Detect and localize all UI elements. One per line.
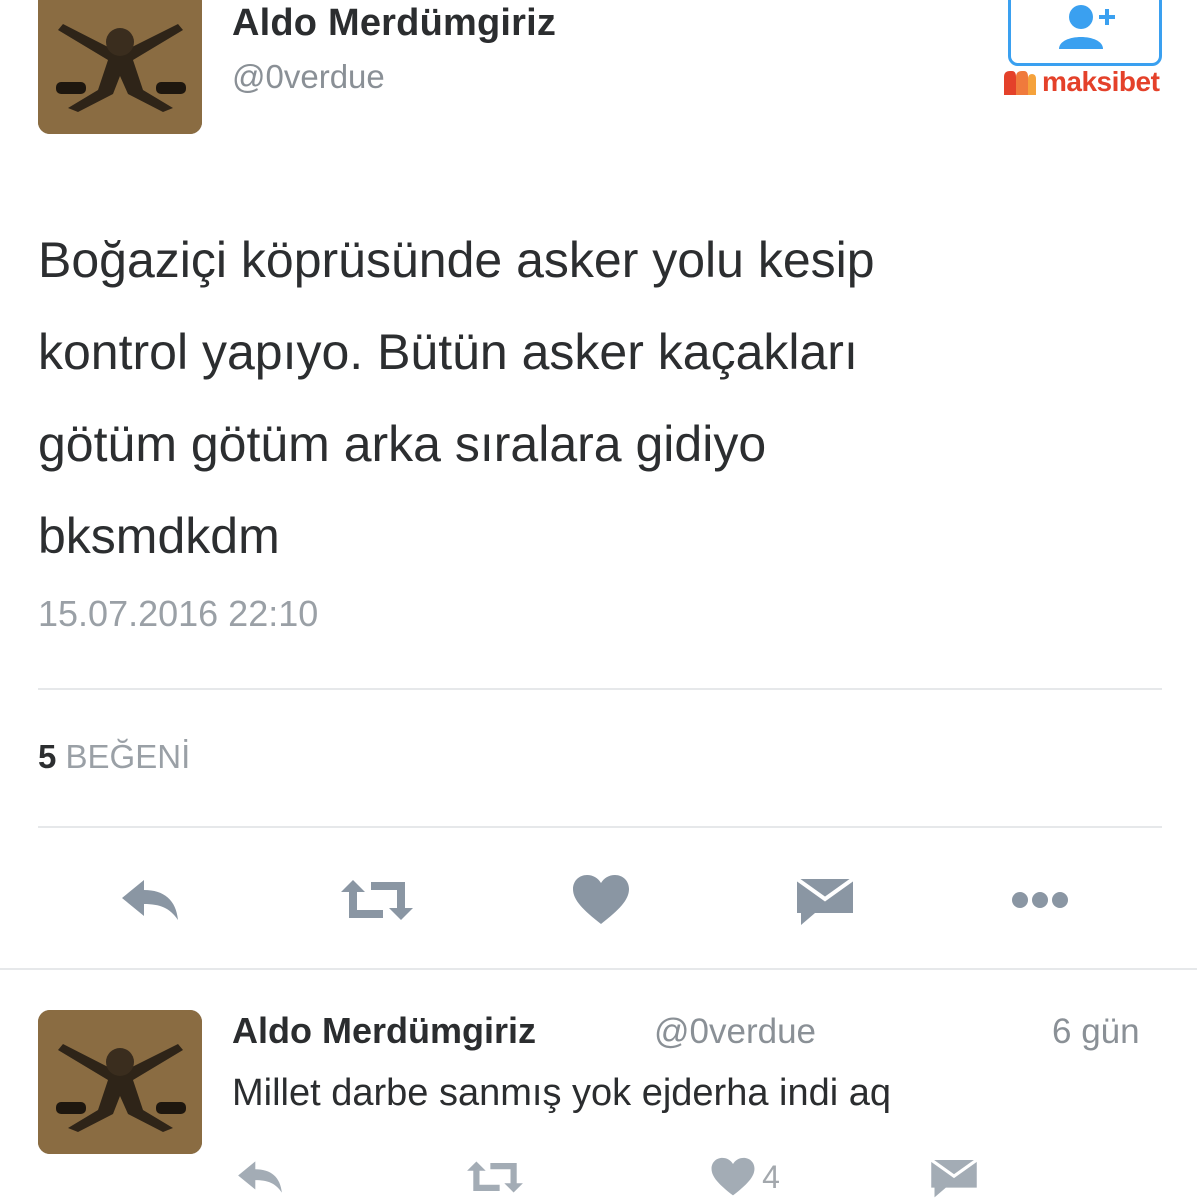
message-button[interactable] <box>788 870 862 930</box>
reply-like-count: 4 <box>762 1158 780 1195</box>
avatar-figure-image <box>38 0 202 134</box>
divider <box>38 826 1162 828</box>
like-icon <box>573 875 629 924</box>
reply-avatar[interactable] <box>38 1010 202 1154</box>
tweet-text-line: götüm götüm arka sıralara gidiyo <box>38 416 767 472</box>
reply-message-button[interactable] <box>924 1154 984 1200</box>
tweet-timestamp: 15.07.2016 22:10 <box>38 593 319 634</box>
retweet-button[interactable] <box>334 870 420 930</box>
reply-like-button[interactable]: 4 <box>700 1154 790 1200</box>
author-avatar[interactable] <box>38 0 202 134</box>
retweet-icon <box>341 880 413 920</box>
tweet-text-line: bksmdkdm <box>38 508 280 564</box>
reply-author-handle[interactable]: @0verdue <box>654 1012 816 1052</box>
reply-button[interactable] <box>112 870 188 930</box>
reply-text: Millet darbe sanmış yok ejderha indi aq <box>232 1072 892 1114</box>
likes-summary[interactable]: 5 BEĞENİ <box>38 738 190 776</box>
reply-icon <box>238 1161 282 1193</box>
avatar-figure-image <box>38 1010 202 1154</box>
message-icon <box>930 1158 978 1198</box>
author-name[interactable]: Aldo Merdümgiriz <box>232 2 556 45</box>
like-button[interactable] <box>566 870 636 930</box>
maksibet-logo-icon <box>1004 71 1036 95</box>
tweet-text: Boğaziçi köprüsünde asker yolu kesip kon… <box>38 214 1148 582</box>
author-handle[interactable]: @0verdue <box>232 58 385 96</box>
brand-name: maksibet <box>1042 66 1160 97</box>
tweet-text-line: Boğaziçi köprüsünde asker yolu kesip <box>38 232 875 288</box>
like-label: BEĞENİ <box>65 738 191 775</box>
brand-watermark: maksibet <box>1002 64 1160 100</box>
like-icon <box>711 1157 755 1196</box>
reply-author-name[interactable]: Aldo Merdümgiriz <box>232 1010 536 1052</box>
divider <box>38 688 1162 690</box>
reply-time: 6 gün <box>1052 1012 1140 1051</box>
like-count: 5 <box>38 738 57 775</box>
follow-button[interactable] <box>1008 0 1162 66</box>
reply-reply-button[interactable] <box>232 1154 288 1200</box>
more-button[interactable] <box>1004 870 1076 930</box>
message-icon <box>795 877 855 925</box>
add-user-icon <box>1059 5 1115 49</box>
retweet-icon <box>467 1161 523 1193</box>
reply-icon <box>122 880 178 920</box>
tweet-text-line: kontrol yapıyo. Bütün asker kaçakları <box>38 324 858 380</box>
reply-retweet-button[interactable] <box>460 1154 530 1200</box>
more-icon <box>1012 892 1068 908</box>
divider <box>0 968 1197 970</box>
